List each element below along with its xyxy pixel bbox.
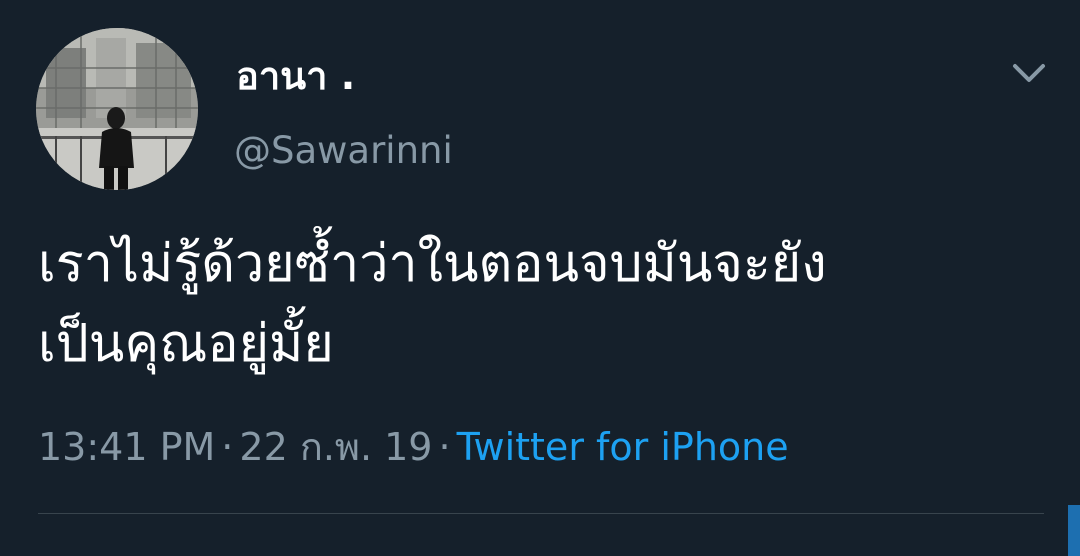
tweet-source-link[interactable]: Twitter for iPhone [457, 425, 789, 469]
tweet-text-line: เราไม่รู้ด้วยซ้ำว่าในตอนจบมันจะยัง [38, 234, 827, 294]
scrollbar-thumb[interactable] [1068, 505, 1080, 556]
profile-photo [36, 28, 198, 190]
tweet-date[interactable]: 22 ก.พ. 19 [239, 425, 432, 469]
divider [38, 513, 1044, 514]
tweet-text-line: เป็นคุณอยู่มั้ย [38, 314, 334, 374]
chevron-down-icon[interactable] [1006, 54, 1052, 92]
display-name[interactable]: อานา . [236, 52, 355, 100]
tweet-time[interactable]: 13:41 PM [38, 425, 215, 469]
meta-separator: · [221, 425, 234, 469]
avatar[interactable] [36, 28, 198, 190]
tweet-meta: 13:41 PM · 22 ก.พ. 19 · Twitter for iPhone [38, 420, 789, 474]
tweet-card: อานา . @Sawarinni เราไม่รู้ด้วยซ้ำว่าในต… [0, 0, 1080, 556]
username-handle[interactable]: @Sawarinni [234, 128, 453, 174]
meta-separator: · [438, 425, 451, 469]
tweet-text: เราไม่รู้ด้วยซ้ำว่าในตอนจบมันจะยัง เป็นค… [38, 224, 1048, 384]
